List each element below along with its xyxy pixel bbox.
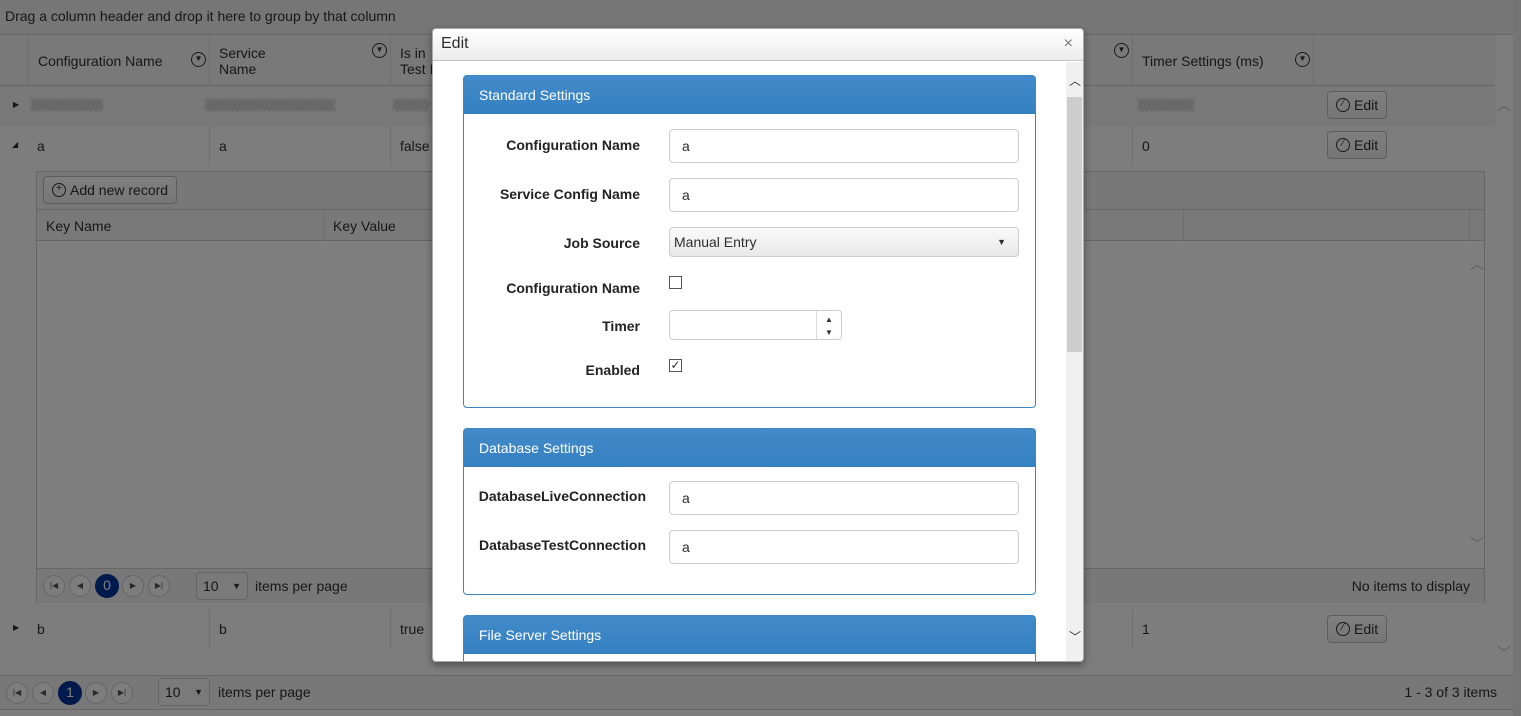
database-settings-panel: Database Settings DatabaseLiveConnection…	[463, 428, 1036, 595]
file-server-settings-panel: File Server Settings	[463, 615, 1036, 661]
enabled-checkbox[interactable]: ✓	[669, 359, 682, 372]
configuration-name-input[interactable]: a	[669, 129, 1019, 163]
standard-settings-panel: Standard Settings Configuration Name a S…	[463, 75, 1036, 408]
database-test-connection-input[interactable]: a	[669, 530, 1019, 564]
timer-stepper[interactable]: ▲ ▼	[669, 310, 842, 340]
dialog-titlebar[interactable]: Edit	[433, 29, 1083, 61]
edit-dialog: Edit × Standard Settings Configuration N…	[432, 28, 1084, 662]
dialog-scrollbar[interactable]: ︿ ﹀	[1066, 62, 1083, 661]
spinner-arrows-icon[interactable]: ▲ ▼	[816, 311, 841, 339]
job-source-select[interactable]: Manual Entry ▼	[669, 227, 1019, 257]
database-live-connection-input[interactable]: a	[669, 481, 1019, 515]
label: Configuration Name	[506, 137, 640, 153]
panel-title: Database Settings	[464, 429, 1035, 467]
scroll-down-icon[interactable]: ﹀	[1069, 628, 1081, 645]
label: Timer	[602, 318, 640, 334]
configuration-name-checkbox[interactable]	[669, 276, 682, 289]
label: Job Source	[563, 235, 640, 251]
dropdown-icon: ▼	[997, 237, 1006, 247]
scroll-up-icon[interactable]: ︿	[1069, 72, 1081, 89]
service-config-name-input[interactable]: a	[669, 178, 1019, 212]
label: Enabled	[585, 362, 640, 378]
close-icon[interactable]: ×	[1064, 35, 1073, 53]
label: Configuration Name	[506, 280, 640, 296]
label: DatabaseTestConnection	[479, 537, 646, 553]
scrollbar-thumb[interactable]	[1067, 97, 1082, 352]
panel-title: File Server Settings	[464, 616, 1035, 654]
label: Service Config Name	[499, 186, 640, 202]
label: DatabaseLiveConnection	[478, 488, 646, 504]
dialog-title: Edit	[441, 35, 469, 52]
panel-title: Standard Settings	[464, 76, 1035, 114]
